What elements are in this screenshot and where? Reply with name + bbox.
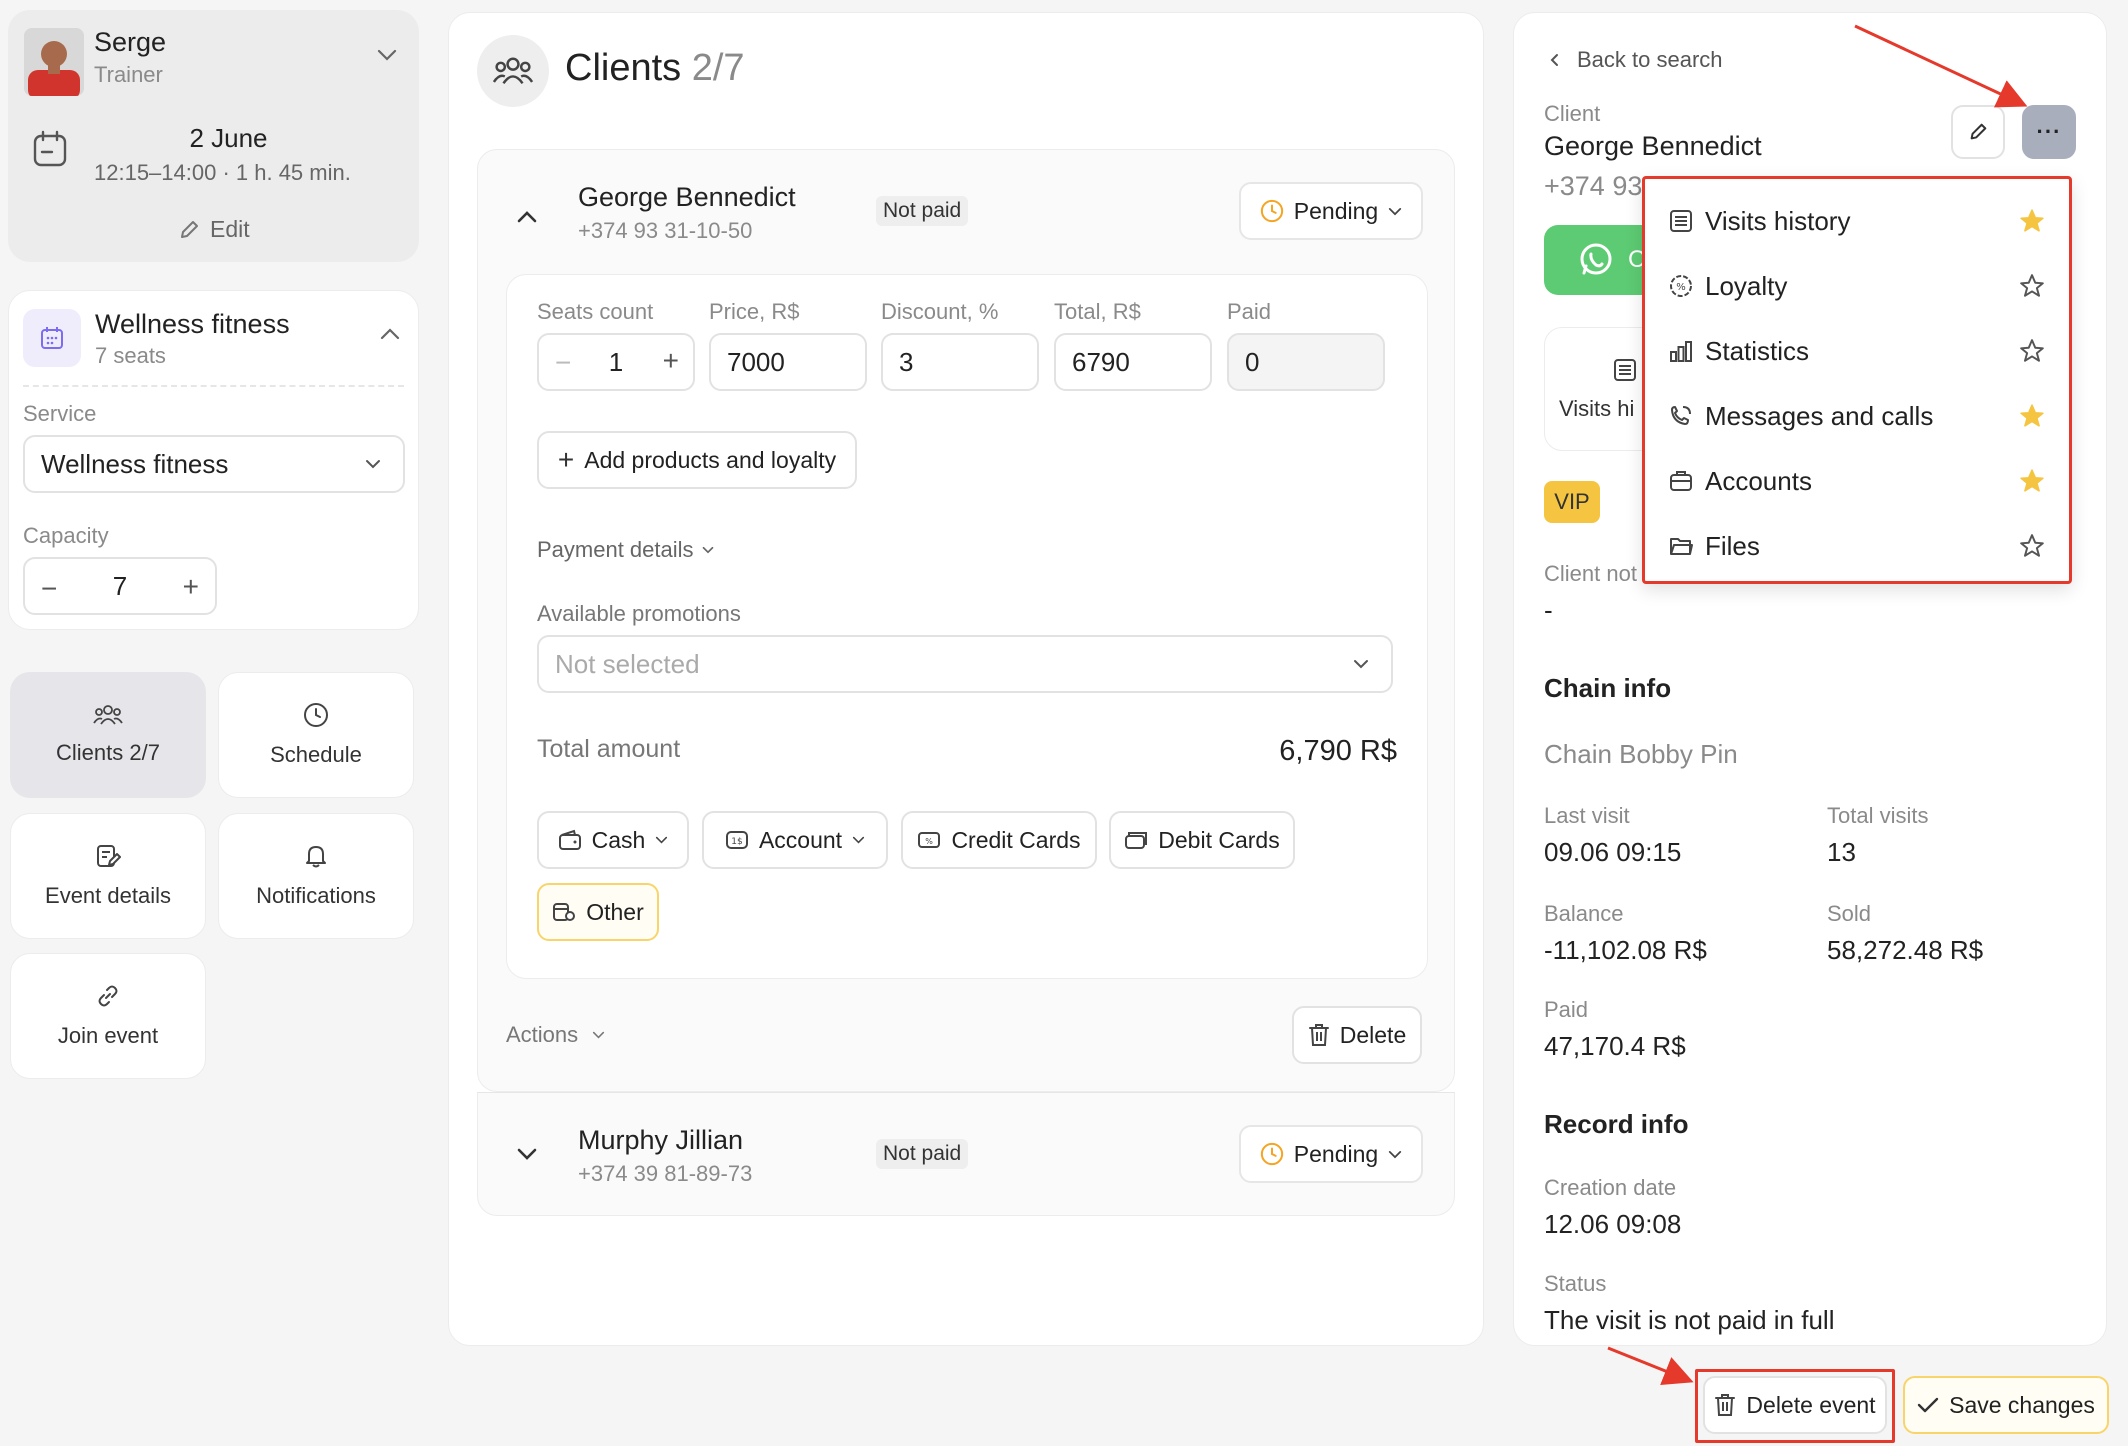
arrow-to-delete-event (1607, 1346, 1694, 1386)
annotation-arrows (1607, 24, 2028, 1386)
arrow-to-more-button (1854, 24, 2028, 108)
